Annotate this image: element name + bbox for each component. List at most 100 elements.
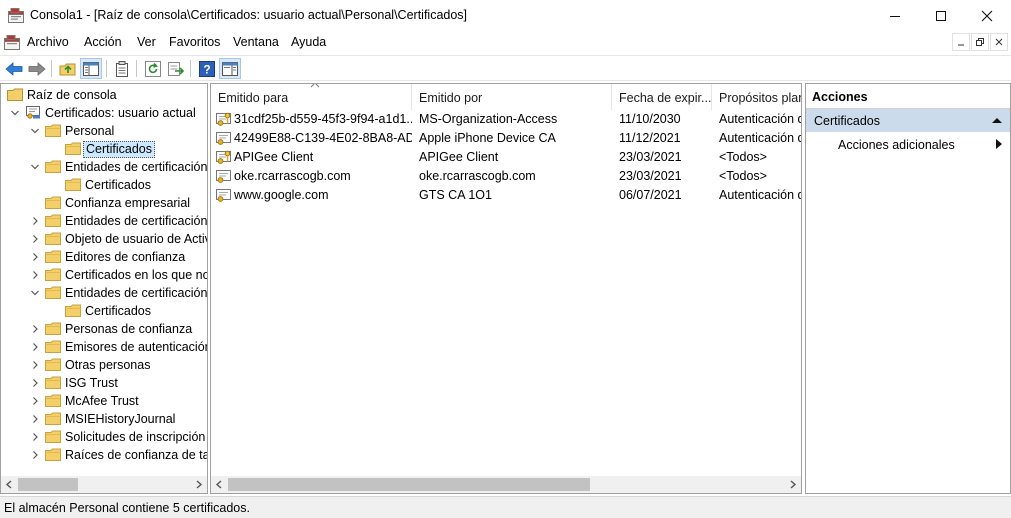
properties-button[interactable] [111,58,133,79]
tree-node[interactable]: Editores de confianza [1,248,207,266]
tree-node[interactable]: Certificados en los que no [1,266,207,284]
list-horizontal-scrollbar[interactable] [211,476,801,493]
tree-node[interactable]: Certificados [1,140,207,158]
chevron-right-icon[interactable] [29,323,41,335]
scrollbar-thumb[interactable] [228,478,590,491]
menu-favoritos[interactable]: Favoritos [169,35,220,49]
actions-section-certificados[interactable]: Certificados [806,109,1010,132]
tree-node[interactable]: Otras personas [1,356,207,374]
show-hide-action-pane-button[interactable] [219,58,241,79]
tree-node[interactable]: McAfee Trust [1,392,207,410]
chevron-right-icon[interactable] [29,233,41,245]
certificate-row[interactable]: www.google.com GTS CA 1O1 06/07/2021 Autent… [211,186,801,205]
certificate-row[interactable]: 42499E88-C139-4E02-8BA8-AD5... Apple iPho… [211,129,801,148]
chevron-down-icon[interactable] [29,287,41,299]
tree-node[interactable]: Personal [1,122,207,140]
scroll-right-icon[interactable] [787,479,798,490]
scroll-right-icon[interactable] [193,479,204,490]
chevron-right-icon[interactable] [29,251,41,263]
tree-node[interactable]: Entidades de certificación r [1,158,207,176]
tree-node[interactable]: Entidades de certificación i [1,212,207,230]
scrollbar-thumb[interactable] [18,478,78,491]
toolbar-separator [106,60,107,77]
column-header-intended-purposes[interactable]: Propósitos plan [712,84,801,110]
cell-issued-to: 42499E88-C139-4E02-8BA8-AD5... [234,131,412,145]
column-header-expiry-date[interactable]: Fecha de expir... [612,84,712,110]
cell-expiry-date: 11/12/2021 [619,131,681,145]
chevron-right-icon[interactable] [29,269,41,281]
menu-accion[interactable]: Acción [84,35,122,49]
chevron-right-icon[interactable] [29,341,41,353]
menu-ayuda[interactable]: Ayuda [291,35,326,49]
tree-node[interactable]: Entidades de certificación r [1,284,207,302]
column-header-issued-by[interactable]: Emitido por [412,84,612,110]
scroll-left-icon[interactable] [4,479,15,490]
child-restore-button[interactable] [971,33,989,51]
document-icon[interactable] [4,35,20,50]
minimize-icon [958,44,964,46]
chevron-right-icon[interactable] [29,395,41,407]
up-one-level-button[interactable] [57,58,79,79]
tree-node[interactable]: Raíces de confianza de tarj [1,446,207,464]
folder-icon [45,124,61,137]
console-tree-pane[interactable]: Raíz de consola Certificados: usuario act… [0,83,208,494]
tree-node[interactable]: ISG Trust [1,374,207,392]
menu-ver[interactable]: Ver [137,35,156,49]
certificate-store-icon [26,106,40,119]
chevron-right-icon[interactable] [29,413,41,425]
chevron-right-icon[interactable] [29,431,41,443]
tree-horizontal-scrollbar[interactable] [1,476,207,493]
tree-node[interactable]: Certificados [1,176,207,194]
help-button[interactable]: ? [196,58,218,79]
minimize-button[interactable] [872,0,918,31]
cell-intended-purposes: <Todos> [719,150,767,164]
child-minimize-button[interactable] [952,33,970,51]
back-button[interactable] [3,58,25,79]
close-button[interactable] [964,0,1010,31]
tree-node[interactable]: Certificados [1,302,207,320]
cell-expiry-date: 11/10/2030 [619,112,681,126]
column-header-issued-to[interactable]: Emitido para [211,84,412,110]
action-more-actions[interactable]: Acciones adicionales [838,138,955,152]
chevron-down-icon[interactable] [29,125,41,137]
folder-icon [65,178,81,191]
folder-icon [45,430,61,443]
tree-node[interactable]: Personas de confianza [1,320,207,338]
certificate-row[interactable]: APIGee Client APIGee Client 23/03/2021 <Tod… [211,148,801,167]
tree-node[interactable]: Certificados: usuario actual [1,104,207,122]
chevron-right-icon[interactable] [29,359,41,371]
tree-node[interactable]: MSIEHistoryJournal [1,410,207,428]
forward-button[interactable] [26,58,48,79]
collapse-up-icon[interactable] [992,117,1002,124]
child-close-button[interactable] [990,33,1008,51]
certificate-list-pane[interactable]: Emitido para Emitido por Fecha de expir.… [210,83,802,494]
folder-icon [45,394,61,407]
tree-node[interactable]: Emisores de autenticación [1,338,207,356]
chevron-right-icon[interactable] [29,449,41,461]
action-label: Acciones adicionales [838,138,955,152]
scroll-left-icon[interactable] [214,479,225,490]
certificate-row[interactable]: oke.rcarrascogb.com oke.rcarrascogb.com 23… [211,167,801,186]
chevron-right-icon[interactable] [29,215,41,227]
chevron-down-icon[interactable] [29,161,41,173]
maximize-button[interactable] [918,0,964,31]
tree-node-label: Certificados [85,304,151,318]
tree-node[interactable]: Objeto de usuario de Activ [1,230,207,248]
show-hide-tree-button[interactable] [80,58,102,79]
export-list-button[interactable] [165,58,187,79]
refresh-icon [145,60,161,77]
console-root-folder-icon [7,88,23,101]
certificate-row[interactable]: 31cdf25b-d559-45f3-9f94-a1d1... MS-Organi… [211,110,801,129]
tree-node[interactable]: Raíz de consola [1,86,207,104]
chevron-right-icon[interactable] [29,377,41,389]
cell-expiry-date: 23/03/2021 [619,150,682,164]
menu-archivo[interactable]: Archivo [27,35,69,49]
tree-node[interactable]: Solicitudes de inscripción c [1,428,207,446]
chevron-down-icon[interactable] [9,107,21,119]
mmc-app-icon[interactable] [8,8,24,23]
tree-node[interactable]: Confianza empresarial [1,194,207,212]
menu-ventana[interactable]: Ventana [233,35,279,49]
cell-issued-to: 31cdf25b-d559-45f3-9f94-a1d1... [234,112,412,126]
submenu-arrow-icon[interactable] [996,139,1002,149]
refresh-button[interactable] [142,58,164,79]
